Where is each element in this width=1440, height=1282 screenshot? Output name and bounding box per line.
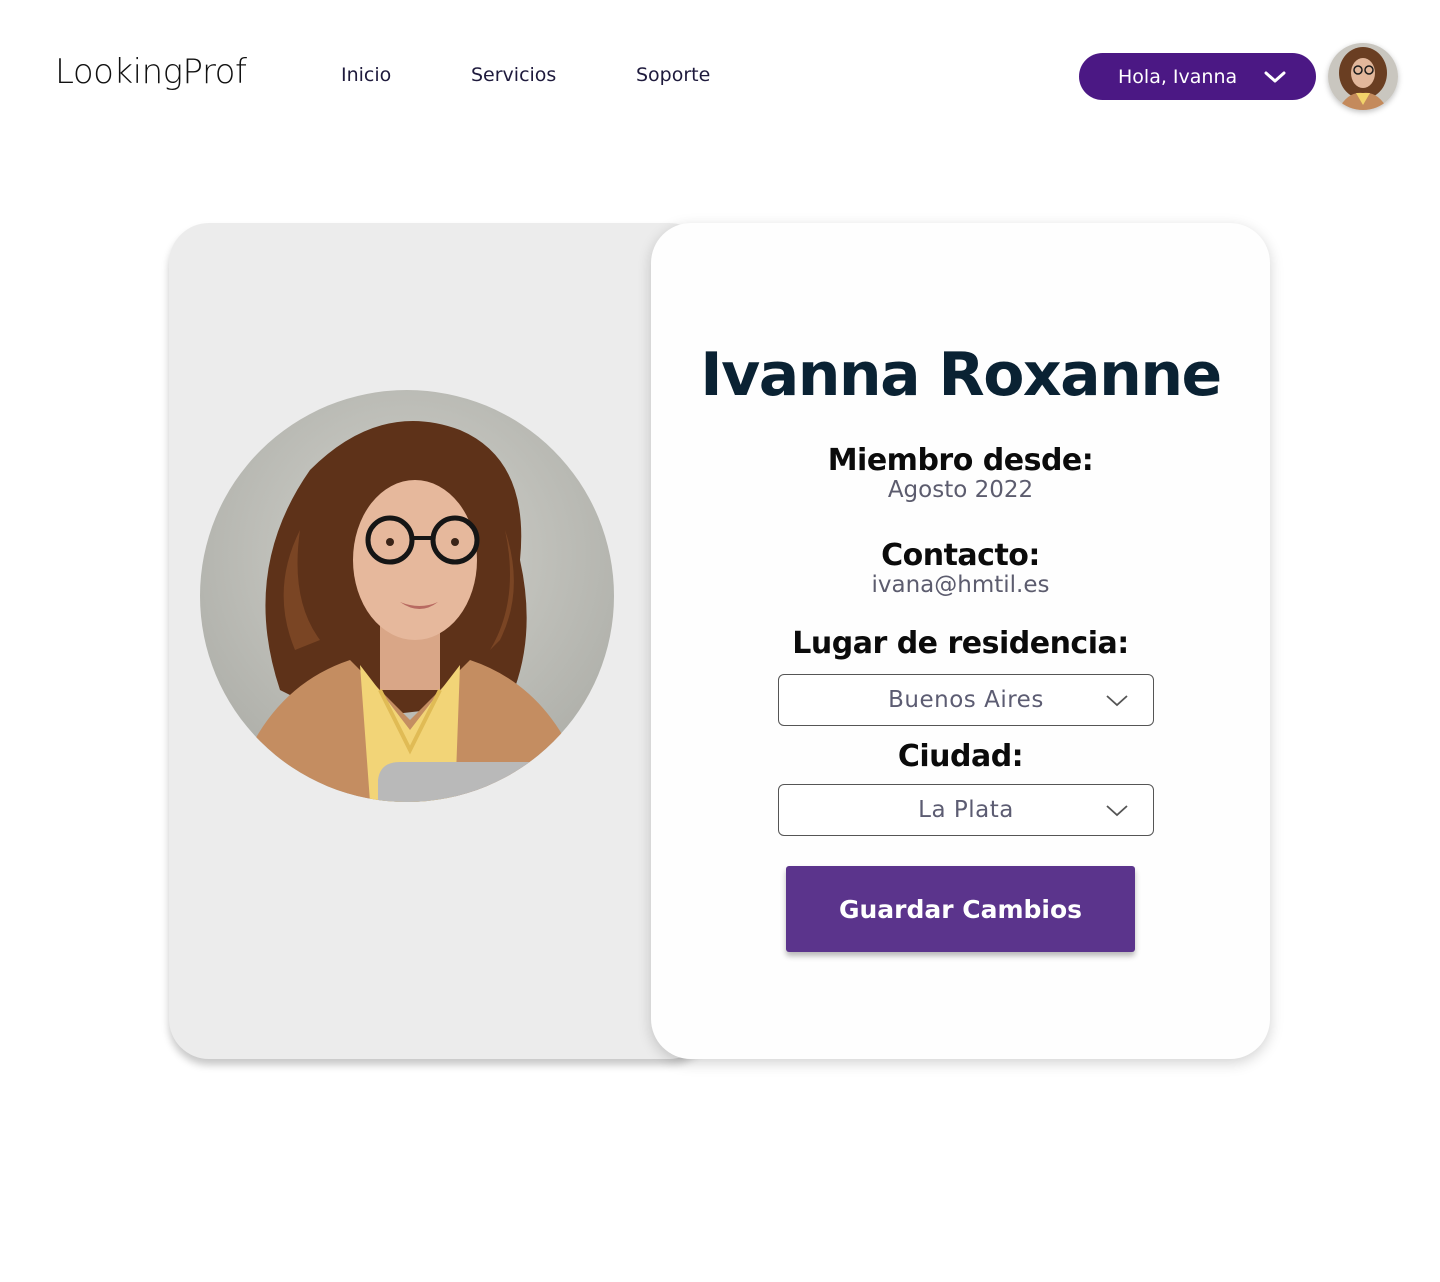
profile-photo (200, 390, 614, 802)
contact-value: ivana@hmtil.es (871, 572, 1050, 598)
avatar[interactable] (1328, 43, 1398, 110)
member-since-label: Miembro desde: (827, 443, 1094, 478)
residence-select[interactable]: Buenos Aires (778, 674, 1154, 726)
chevron-down-icon (1105, 799, 1129, 821)
chevron-down-icon (1105, 689, 1129, 711)
chevron-down-icon (1264, 66, 1286, 88)
save-changes-button[interactable]: Guardar Cambios (786, 866, 1135, 952)
residence-label: Lugar de residencia: (792, 626, 1129, 661)
residence-select-value: Buenos Aires (888, 687, 1044, 713)
nav-link-soporte[interactable]: Soporte (636, 64, 736, 86)
contact-label: Contacto: (881, 538, 1040, 573)
profile-name: Ivanna Roxanne (700, 340, 1222, 410)
member-since-value: Agosto 2022 (887, 477, 1034, 503)
city-label: Ciudad: (897, 739, 1024, 774)
city-select[interactable]: La Plata (778, 784, 1154, 836)
logo[interactable]: LookingProf (55, 52, 247, 92)
user-greeting: Hola, Ivanna (1118, 65, 1238, 88)
profile-page: LookingProf Inicio Servicios Soporte Hol… (0, 0, 1440, 1282)
nav-link-servicios[interactable]: Servicios (471, 64, 636, 86)
city-select-value: La Plata (918, 797, 1014, 823)
nav-link-inicio[interactable]: Inicio (341, 64, 471, 86)
user-menu-button[interactable]: Hola, Ivanna (1079, 53, 1316, 100)
main-nav: Inicio Servicios Soporte (341, 64, 736, 86)
